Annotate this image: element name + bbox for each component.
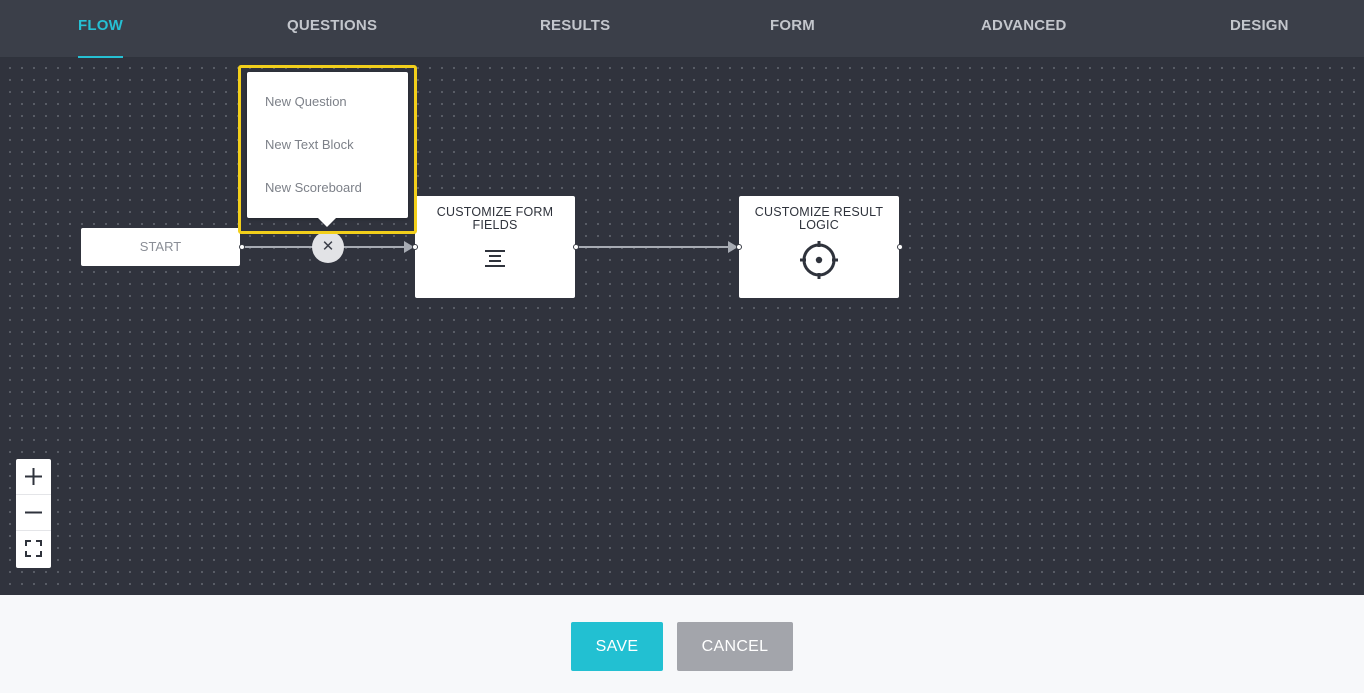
zoom-out-button[interactable] bbox=[16, 495, 51, 531]
zoom-in-button[interactable] bbox=[16, 459, 51, 495]
start-node[interactable]: START bbox=[81, 228, 240, 266]
node-customize-result-logic[interactable]: CUSTOMIZE RESULT LOGIC bbox=[739, 196, 899, 298]
form-node-output-port[interactable] bbox=[573, 244, 579, 250]
close-icon: ✕ bbox=[321, 238, 335, 255]
result-node-input-port[interactable] bbox=[736, 244, 742, 250]
node-title: CUSTOMIZE FORM FIELDS bbox=[436, 205, 554, 232]
plus-icon bbox=[25, 468, 42, 485]
menu-item-new-text-block[interactable]: New Text Block bbox=[247, 131, 408, 174]
tab-advanced[interactable]: ADVANCED bbox=[981, 0, 1067, 58]
cancel-button[interactable]: CANCEL bbox=[677, 622, 793, 671]
connector-form-result bbox=[578, 246, 730, 248]
fit-to-screen-button[interactable] bbox=[16, 531, 51, 568]
align-center-icon bbox=[484, 248, 506, 275]
minus-icon bbox=[25, 511, 42, 514]
form-node-input-port[interactable] bbox=[412, 244, 418, 250]
flow-canvas[interactable]: START CUSTOMIZE FORM FIELDS CUSTOMIZE RE… bbox=[0, 58, 1364, 595]
menu-item-new-scoreboard[interactable]: New Scoreboard bbox=[247, 174, 408, 217]
menu-item-new-question[interactable]: New Question bbox=[247, 88, 408, 131]
start-node-output-port[interactable] bbox=[239, 244, 245, 250]
close-add-menu-button[interactable]: ✕ bbox=[312, 231, 344, 263]
node-title: CUSTOMIZE RESULT LOGIC bbox=[754, 205, 884, 232]
footer-bar: SAVE CANCEL bbox=[0, 595, 1364, 693]
zoom-controls bbox=[16, 459, 51, 568]
result-node-output-port[interactable] bbox=[897, 244, 903, 250]
node-customize-form-fields[interactable]: CUSTOMIZE FORM FIELDS bbox=[415, 196, 575, 298]
tab-results[interactable]: RESULTS bbox=[540, 0, 610, 58]
save-button[interactable]: SAVE bbox=[571, 622, 663, 671]
target-icon bbox=[799, 240, 839, 285]
tab-questions[interactable]: QUESTIONS bbox=[287, 0, 377, 58]
popup-caret bbox=[318, 218, 336, 227]
tab-form[interactable]: FORM bbox=[770, 0, 815, 58]
tab-design[interactable]: DESIGN bbox=[1230, 0, 1289, 58]
add-step-menu: New Question New Text Block New Scoreboa… bbox=[247, 72, 408, 218]
tab-flow[interactable]: FLOW bbox=[78, 0, 123, 58]
top-nav: FLOW QUESTIONS RESULTS FORM ADVANCED DES… bbox=[0, 0, 1364, 58]
fullscreen-icon bbox=[25, 540, 42, 557]
